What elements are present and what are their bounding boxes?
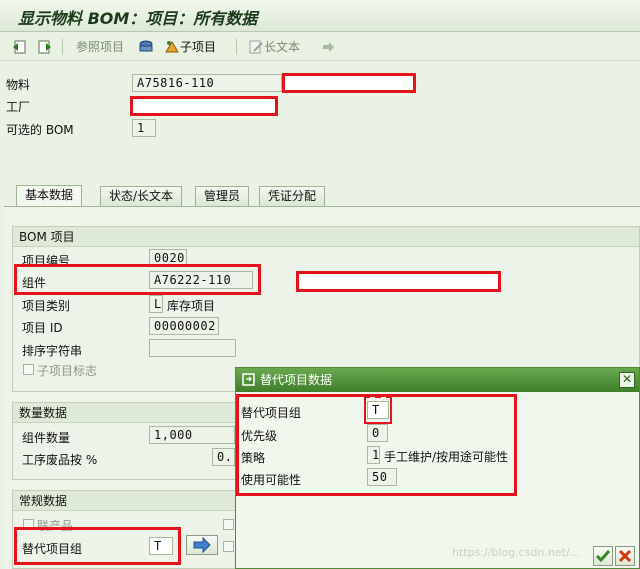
toolbar-separator [236, 39, 237, 55]
arrow-right-icon [193, 536, 211, 554]
scrap-percent-field[interactable]: 0. [212, 448, 235, 466]
alt-item-group-label: 替代项目组 [22, 542, 83, 556]
sub-item-indicator-label: 子项目标志 [37, 364, 98, 378]
previous-item-icon[interactable] [12, 39, 28, 55]
component-qty-label: 组件数量 [22, 431, 71, 445]
item-category-text: 库存项目 [167, 299, 216, 313]
cancel-button[interactable] [615, 546, 635, 566]
tab-label: 凭证分配 [268, 189, 317, 203]
alt-item-group-field[interactable]: T [149, 537, 173, 555]
material-field[interactable]: A75816-110 [132, 74, 282, 92]
strategy-field[interactable]: 1 [367, 446, 380, 464]
alt-item-detail-button[interactable] [186, 535, 218, 555]
material-label: 物料 [6, 78, 31, 92]
strategy-label: 策略 [241, 451, 266, 465]
tab-label: 状态/长文本 [109, 189, 174, 203]
dialog-close-button[interactable]: ✕ [619, 372, 635, 388]
priority-field[interactable]: 0 [367, 424, 388, 442]
tab-basic-data[interactable]: 基本数据 [16, 185, 83, 207]
redacted-material-description [282, 73, 416, 93]
application-toolbar: 参照项目 子项目 长文本 [0, 33, 640, 61]
dialog-window-icon [242, 373, 255, 386]
item-id-field[interactable]: 00000002 [149, 317, 219, 335]
dialog-alt-group-label: 替代项目组 [241, 406, 302, 420]
item-category-field[interactable]: L [149, 295, 163, 313]
component-qty-field[interactable]: 1,000 [149, 426, 235, 444]
sort-string-field[interactable] [149, 339, 236, 357]
dialog-title: 替代项目数据 [260, 373, 333, 387]
usage-probability-field[interactable]: 50 [367, 468, 397, 486]
window-title: 显示物料 BOM：项目：所有数据 [18, 9, 258, 28]
redacted-component-description [296, 271, 501, 292]
dialog-title-bar: 替代项目数据 ✕ [236, 368, 639, 392]
item-category-label: 项目类别 [22, 299, 71, 313]
sort-string-label: 排序字符串 [22, 344, 83, 358]
sub-item-indicator-checkbox[interactable] [23, 364, 34, 375]
tab-label: 基本数据 [25, 188, 74, 202]
plant-label: 工厂 [6, 100, 31, 114]
item-id-label: 项目 ID [22, 321, 63, 335]
general-checkbox[interactable] [223, 519, 234, 530]
strategy-text: 手工维护/按用途可能性 [384, 450, 509, 464]
reference-item-button[interactable]: 参照项目 [76, 38, 124, 56]
toolbar-separator [62, 39, 63, 55]
long-text-icon[interactable] [248, 39, 264, 55]
refresh-icon[interactable] [320, 39, 336, 55]
stack-icon[interactable] [138, 39, 154, 55]
title-bar: 显示物料 BOM：项目：所有数据 [0, 0, 640, 32]
group-title: BOM 项目 [13, 227, 639, 247]
alt-bom-label: 可选的 BOM [6, 123, 74, 137]
tab-status-long-text[interactable]: 状态/长文本 [100, 186, 183, 206]
watermark-text: https://blog.csdn.net/... [452, 546, 581, 559]
component-label: 组件 [22, 276, 47, 290]
long-text-button[interactable]: 长文本 [264, 38, 300, 56]
scrap-percent-label: 工序废品按 % [22, 453, 98, 467]
tab-administration[interactable]: 管理员 [195, 186, 250, 206]
checkmark-icon [595, 550, 611, 563]
confirm-button[interactable] [593, 546, 613, 566]
tab-label: 管理员 [204, 189, 241, 203]
sub-item-button[interactable]: 子项目 [180, 38, 216, 56]
alt-group-focus-highlight [364, 396, 392, 424]
sub-item-icon[interactable] [164, 39, 180, 55]
redacted-plant-field [130, 96, 278, 116]
next-item-icon[interactable] [36, 39, 52, 55]
alt-bom-field[interactable]: 1 [132, 119, 156, 137]
priority-label: 优先级 [241, 429, 278, 443]
component-field[interactable]: A76222-110 [149, 271, 253, 289]
usage-probability-label: 使用可能性 [241, 473, 302, 487]
general-checkbox[interactable] [223, 541, 234, 552]
cancel-x-icon [618, 549, 632, 563]
tab-document-assignment[interactable]: 凭证分配 [259, 186, 326, 206]
